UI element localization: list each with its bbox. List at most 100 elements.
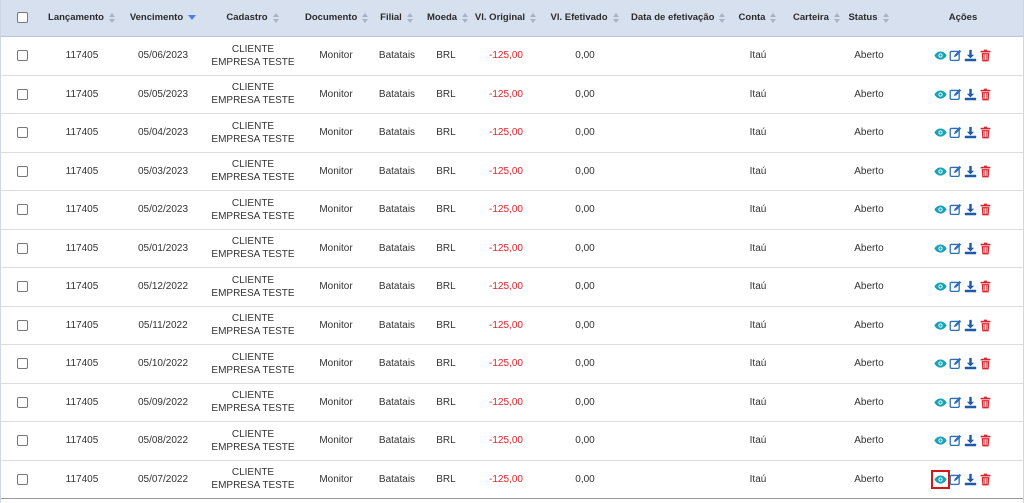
download-button[interactable] — [964, 357, 977, 370]
row-checkbox[interactable] — [16, 204, 28, 216]
download-button[interactable] — [964, 319, 977, 332]
view-button[interactable] — [934, 357, 947, 370]
edit-button[interactable] — [949, 88, 962, 101]
delete-button[interactable] — [979, 319, 992, 332]
download-button[interactable] — [964, 165, 977, 178]
delete-button[interactable] — [979, 242, 992, 255]
table-row[interactable]: 117405 05/09/2022 CLIENTE EMPRESA TESTE Mon… — [1, 383, 1023, 422]
edit-button[interactable] — [949, 319, 962, 332]
row-checkbox[interactable] — [16, 165, 28, 177]
column-header-documento[interactable]: Documento — [301, 0, 371, 37]
cell-carteira — [789, 75, 835, 114]
sort-icon[interactable] — [770, 12, 777, 23]
delete-button[interactable] — [979, 88, 992, 101]
download-button[interactable] — [964, 126, 977, 139]
edit-button[interactable] — [949, 396, 962, 409]
sort-icon[interactable] — [833, 12, 841, 23]
view-button[interactable] — [931, 469, 950, 489]
table-row[interactable]: 117405 05/05/2023 CLIENTE EMPRESA TESTE Mon… — [1, 75, 1023, 114]
sort-icon[interactable] — [462, 12, 469, 23]
sort-desc-icon[interactable] — [188, 15, 197, 21]
column-header-moeda[interactable]: Moeda — [423, 0, 469, 37]
view-button[interactable] — [934, 126, 947, 139]
view-button[interactable] — [934, 49, 947, 62]
sort-icon[interactable] — [882, 12, 890, 23]
table-row[interactable]: 117405 05/04/2023 CLIENTE EMPRESA TESTE Mon… — [1, 113, 1023, 153]
download-button[interactable] — [964, 49, 977, 62]
download-button[interactable] — [964, 434, 977, 447]
edit-button[interactable] — [949, 280, 962, 293]
row-checkbox[interactable] — [16, 435, 28, 447]
table-row[interactable]: 117405 05/12/2022 CLIENTE EMPRESA TESTE Mon… — [1, 267, 1023, 307]
view-button[interactable] — [934, 242, 947, 255]
view-button[interactable] — [934, 319, 947, 332]
sort-icon[interactable] — [530, 12, 537, 23]
column-header-conta[interactable]: Conta — [727, 0, 789, 37]
column-header-carteira[interactable]: Carteira — [789, 0, 840, 37]
edit-button[interactable] — [949, 49, 962, 62]
row-checkbox[interactable] — [16, 281, 28, 293]
sort-icon[interactable] — [719, 12, 726, 23]
view-button[interactable] — [934, 396, 947, 409]
row-checkbox[interactable] — [16, 396, 28, 408]
column-header-filial[interactable]: Filial — [371, 0, 423, 37]
row-checkbox[interactable] — [16, 127, 28, 139]
row-checkbox[interactable] — [16, 88, 28, 100]
table-row[interactable]: 117405 05/06/2023 CLIENTE EMPRESA TESTE Mon… — [1, 36, 1023, 76]
column-header-vl-original[interactable]: Vl. Original — [469, 0, 543, 37]
table-row[interactable]: 117405 05/07/2022 CLIENTE EMPRESA TESTE Mon… — [1, 460, 1023, 499]
table-row[interactable]: 117405 05/01/2023 CLIENTE EMPRESA TESTE Mon… — [1, 229, 1023, 268]
column-header-vencimento[interactable]: Vencimento — [121, 0, 205, 37]
delete-button[interactable] — [979, 280, 992, 293]
delete-button[interactable] — [979, 126, 992, 139]
view-button[interactable] — [934, 434, 947, 447]
column-header-vl-efetivado[interactable]: Vl. Efetivado — [543, 0, 627, 37]
row-checkbox[interactable] — [16, 319, 28, 331]
sort-icon[interactable] — [362, 12, 369, 23]
table-row[interactable]: 117405 05/10/2022 CLIENTE EMPRESA TESTE Mon… — [1, 344, 1023, 384]
delete-button[interactable] — [979, 473, 992, 486]
edit-button[interactable] — [949, 126, 962, 139]
download-button[interactable] — [964, 396, 977, 409]
edit-button[interactable] — [949, 434, 962, 447]
table-row[interactable]: 117405 05/03/2023 CLIENTE EMPRESA TESTE Mon… — [1, 152, 1023, 191]
select-all-checkbox[interactable] — [16, 12, 28, 24]
cell-moeda: BRL — [423, 113, 469, 153]
delete-button[interactable] — [979, 357, 992, 370]
download-button[interactable] — [964, 203, 977, 216]
cell-data-efetivacao — [627, 267, 727, 307]
column-header-cadastro[interactable]: Cadastro — [205, 0, 301, 37]
delete-button[interactable] — [979, 203, 992, 216]
sort-icon[interactable] — [272, 12, 280, 23]
download-button[interactable] — [964, 473, 977, 486]
view-button[interactable] — [934, 203, 947, 216]
edit-button[interactable] — [949, 203, 962, 216]
edit-button[interactable] — [949, 473, 962, 486]
row-checkbox[interactable] — [16, 358, 28, 370]
column-header-status[interactable]: Status — [835, 0, 903, 37]
download-button[interactable] — [964, 88, 977, 101]
column-header-data-efetivacao[interactable]: Data de efetivação — [627, 0, 727, 37]
row-checkbox[interactable] — [16, 242, 28, 254]
edit-button[interactable] — [949, 165, 962, 178]
edit-button[interactable] — [949, 242, 962, 255]
edit-button[interactable] — [949, 357, 962, 370]
sort-icon[interactable] — [406, 12, 414, 23]
delete-button[interactable] — [979, 434, 992, 447]
view-button[interactable] — [934, 280, 947, 293]
delete-button[interactable] — [979, 396, 992, 409]
view-button[interactable] — [934, 88, 947, 101]
sort-icon[interactable] — [612, 12, 620, 23]
row-checkbox[interactable] — [16, 473, 28, 485]
sort-icon[interactable] — [108, 12, 116, 23]
delete-button[interactable] — [979, 49, 992, 62]
table-row[interactable]: 117405 05/08/2022 CLIENTE EMPRESA TESTE Mon… — [1, 421, 1023, 461]
view-button[interactable] — [934, 165, 947, 178]
download-button[interactable] — [964, 280, 977, 293]
download-button[interactable] — [964, 242, 977, 255]
delete-button[interactable] — [979, 165, 992, 178]
table-row[interactable]: 117405 05/11/2022 CLIENTE EMPRESA TESTE Mon… — [1, 306, 1023, 345]
column-header-lancamento[interactable]: Lançamento — [43, 0, 121, 37]
table-row[interactable]: 117405 05/02/2023 CLIENTE EMPRESA TESTE Mon… — [1, 190, 1023, 230]
row-checkbox[interactable] — [16, 50, 28, 62]
